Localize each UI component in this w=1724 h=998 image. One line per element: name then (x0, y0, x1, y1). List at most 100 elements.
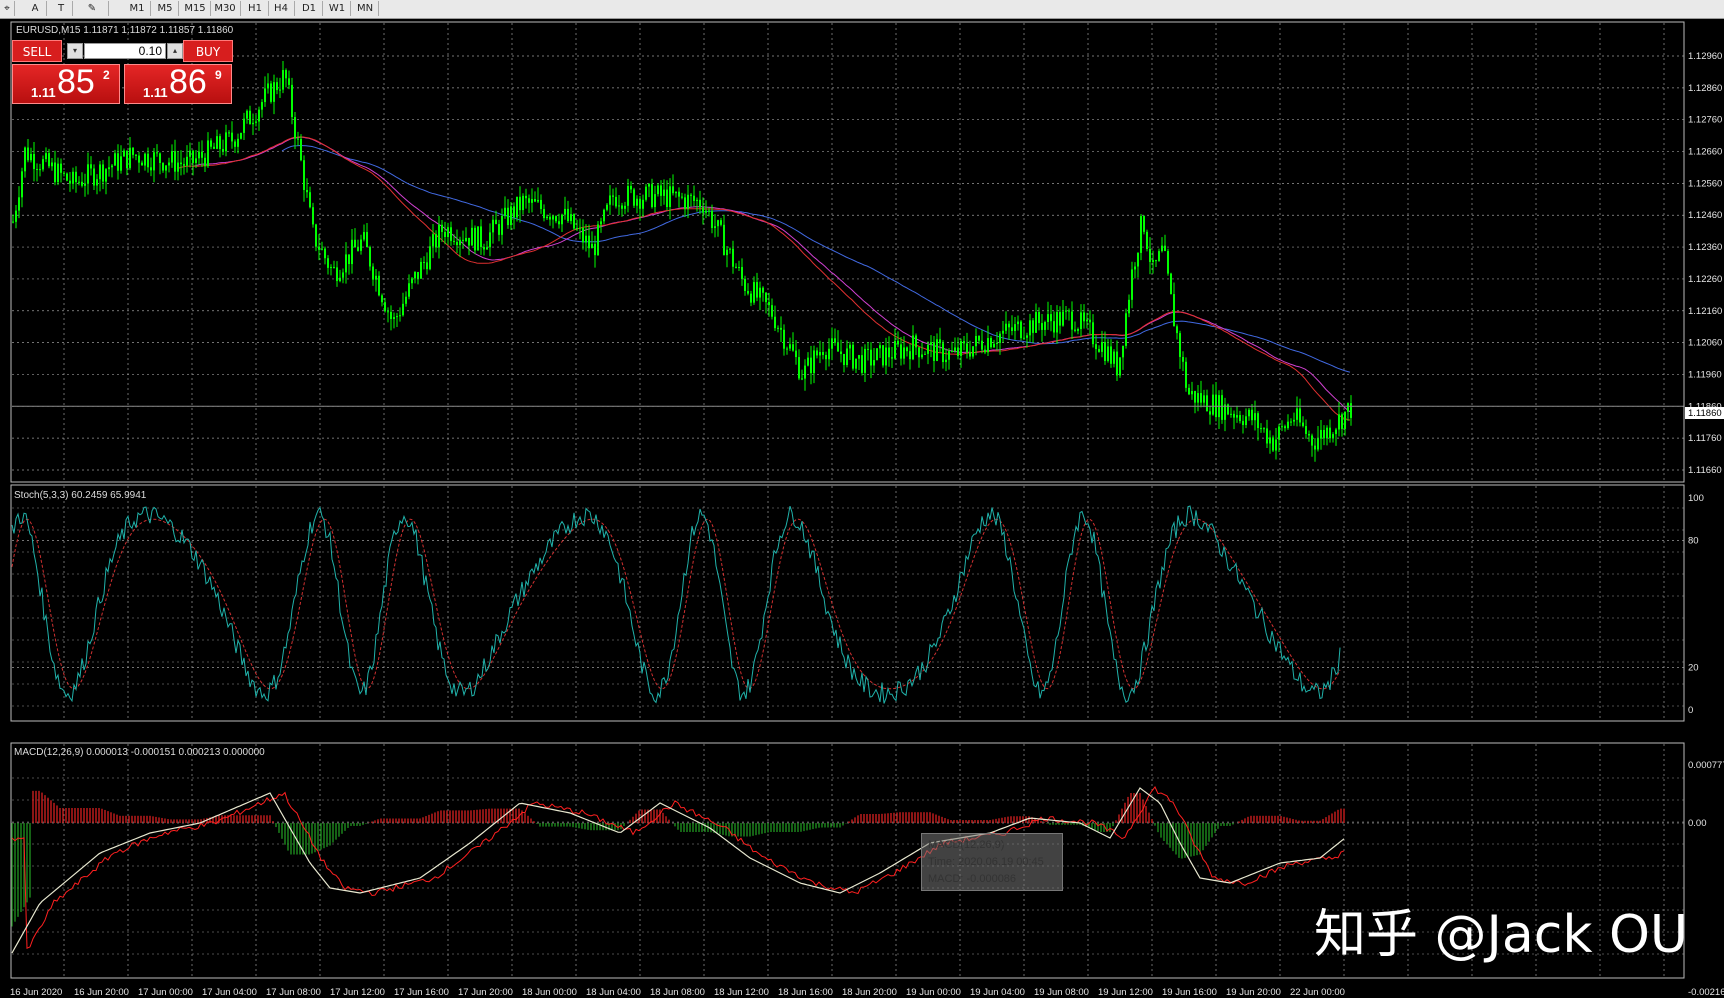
lot-increase-icon[interactable]: ▴ (167, 43, 183, 59)
candle-body (351, 239, 353, 265)
candle-body (858, 355, 860, 359)
stoch-level-label: 80 (1688, 535, 1699, 546)
candle-body (12, 221, 14, 223)
lot-size-input[interactable]: 0.10 (84, 43, 166, 59)
candle-body (159, 153, 161, 163)
lot-decrease-icon[interactable]: ▾ (67, 43, 83, 59)
tooltip-time: Time: 2020.06.19 00:45 (928, 856, 1044, 868)
text-label-tool[interactable]: T (50, 1, 73, 16)
candle-body (420, 261, 422, 279)
candle-body (1053, 321, 1055, 333)
timeframe-mn[interactable]: MN (352, 1, 379, 16)
candle-body (324, 248, 326, 259)
price-axis: 1.12960 1.12860 1.12760 1.12660 1.12560 1.124… (1688, 51, 1724, 998)
candle-body (396, 316, 398, 318)
candle-body (708, 210, 710, 212)
timeframe-m1[interactable]: M1 (124, 1, 151, 16)
candle-body (1152, 260, 1154, 262)
candle-body (759, 287, 761, 298)
candle-body (714, 226, 716, 229)
candle-body (741, 267, 743, 279)
candle-body (135, 154, 137, 156)
timeframe-d1[interactable]: D1 (296, 1, 323, 16)
candle-body (441, 224, 443, 232)
candle-body (99, 164, 101, 180)
candle-body (1242, 421, 1244, 426)
timeframe-m30[interactable]: M30 (210, 1, 241, 16)
candle-body (570, 214, 572, 222)
candle-body (750, 293, 752, 303)
candle-body (705, 210, 707, 213)
price-tick-label: 1.12960 (1688, 51, 1722, 62)
candle-body (654, 194, 656, 208)
candle-body (915, 335, 917, 348)
timeframe-m15[interactable]: M15 (180, 1, 211, 16)
candle-body (663, 189, 665, 196)
candle-body (966, 343, 968, 353)
candle-body (660, 185, 662, 196)
candle-body (162, 162, 164, 171)
timeframe-w1[interactable]: W1 (324, 1, 351, 16)
candle-body (1113, 351, 1115, 364)
candle-body (546, 216, 548, 219)
candle-body (249, 110, 251, 125)
candle-body (1140, 216, 1142, 253)
draw-tool-icon[interactable]: ✎ (76, 1, 109, 16)
candle-body (522, 195, 524, 211)
timeframe-h1[interactable]: H1 (242, 1, 269, 16)
candle-body (582, 227, 584, 243)
candle-body (1161, 245, 1163, 252)
candle-body (1017, 321, 1019, 325)
candle-body (117, 153, 119, 171)
crosshair-tool-icon[interactable]: ⌖ (0, 1, 15, 16)
candle-body (414, 271, 416, 279)
candle-body (843, 353, 845, 366)
chart-title: EURUSD,M15 1.11871 1.11872 1.11857 1.118… (16, 25, 234, 36)
candle-body (906, 347, 908, 352)
candle-body (1104, 342, 1106, 361)
candle-body (819, 351, 821, 356)
time-tick-label: 18 Jun 00:00 (522, 987, 577, 998)
candle-body (909, 351, 911, 360)
timeframe-h4[interactable]: H4 (268, 1, 295, 16)
price-chart[interactable]: EURUSD,M15 1.11871 1.11872 1.11857 1.118… (0, 18, 1724, 998)
candle-body (882, 345, 884, 366)
candle-body (345, 254, 347, 273)
candle-body (144, 153, 146, 166)
macd-signal-line (11, 786, 1345, 949)
candle-body (807, 357, 809, 366)
candle-body (183, 164, 185, 166)
time-tick-label: 18 Jun 12:00 (714, 987, 769, 998)
candle-body (294, 117, 296, 139)
candle-body (453, 240, 455, 242)
candle-body (735, 266, 737, 268)
timeframe-m5[interactable]: M5 (152, 1, 179, 16)
candle-body (792, 344, 794, 351)
buy-price-box[interactable]: 1.11 86 9 (124, 63, 232, 104)
candle-body (60, 163, 62, 173)
candle-body (78, 181, 80, 183)
candle-body (468, 237, 470, 246)
text-tool[interactable]: A (24, 1, 47, 16)
sell-button[interactable]: SELL (12, 40, 62, 62)
candle-body (594, 243, 596, 256)
candle-body (588, 235, 590, 249)
price-tick-label: 1.12860 (1688, 83, 1722, 94)
candle-body (543, 209, 545, 219)
tooltip-title: MACD(12,26,9) (928, 839, 1005, 851)
sell-price-box[interactable]: 1.11 85 2 (12, 63, 120, 104)
main-panel-border (10, 21, 1685, 483)
buy-button[interactable]: BUY (183, 40, 233, 62)
candle-body (1074, 329, 1076, 331)
candle-body (495, 219, 497, 225)
time-tick-label: 18 Jun 16:00 (778, 987, 833, 998)
candle-body (699, 199, 701, 208)
candle-body (936, 339, 938, 361)
candle-body (1173, 294, 1175, 327)
candle-body (726, 249, 728, 256)
candle-body (969, 352, 971, 357)
candle-body (306, 189, 308, 193)
candle-body (765, 292, 767, 303)
buy-price-fraction: 9 (215, 68, 222, 82)
candle-body (1002, 330, 1004, 334)
